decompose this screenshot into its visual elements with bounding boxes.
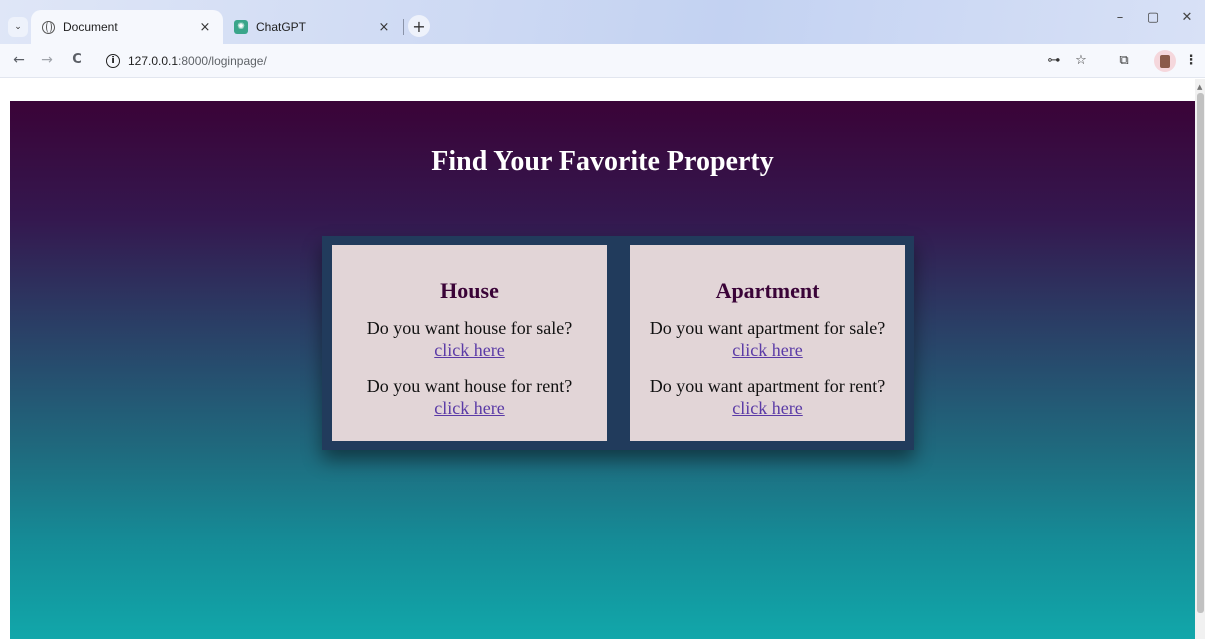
rent-question: Do you want house for rent? bbox=[366, 376, 573, 396]
page-background: Find Your Favorite Property House Do you… bbox=[10, 101, 1195, 639]
tab-title: Document bbox=[63, 20, 118, 34]
close-tab-icon[interactable]: × bbox=[197, 20, 213, 35]
tab-title: ChatGPT bbox=[256, 20, 307, 34]
bookmark-star-icon[interactable]: ☆ bbox=[1072, 53, 1090, 68]
chatgpt-icon: ✺ bbox=[234, 20, 248, 34]
scrollbar-thumb[interactable] bbox=[1197, 93, 1204, 613]
page-title: Find Your Favorite Property bbox=[431, 146, 774, 177]
sale-question: Do you want apartment for sale? bbox=[649, 318, 886, 338]
close-window-button[interactable]: ✕ bbox=[1172, 10, 1202, 25]
menu-icon[interactable]: ⋮ bbox=[1182, 53, 1200, 68]
rent-question: Do you want apartment for rent? bbox=[649, 376, 886, 396]
close-tab-icon[interactable]: × bbox=[376, 20, 392, 35]
house-card: House Do you want house for sale? click … bbox=[332, 245, 607, 441]
site-info-icon[interactable]: i bbox=[106, 54, 120, 68]
card-heading: Apartment bbox=[715, 278, 820, 303]
card-heading: House bbox=[440, 278, 499, 303]
house-rent-link[interactable]: click here bbox=[434, 397, 504, 419]
tab-document[interactable]: Document × bbox=[31, 10, 223, 44]
property-cards-container: House Do you want house for sale? click … bbox=[322, 236, 914, 450]
browser-toolbar: ← → C i 127.0.0.1:8000/loginpage/ ⊶ ☆ ⧉ … bbox=[0, 44, 1205, 78]
restore-button[interactable]: ▢ bbox=[1138, 10, 1168, 25]
apartment-rent-link[interactable]: click here bbox=[732, 397, 802, 419]
tab-divider bbox=[403, 19, 404, 35]
globe-icon bbox=[41, 20, 55, 34]
apartment-card: Apartment Do you want apartment for sale… bbox=[630, 245, 905, 441]
extensions-icon[interactable]: ⧉ bbox=[1115, 53, 1133, 68]
minimize-button[interactable]: – bbox=[1105, 10, 1135, 25]
scroll-up-arrow-icon[interactable]: ▲ bbox=[1197, 83, 1202, 91]
password-key-icon[interactable]: ⊶ bbox=[1045, 53, 1063, 68]
house-sale-link[interactable]: click here bbox=[434, 339, 504, 361]
reload-button[interactable]: C bbox=[68, 52, 86, 67]
back-button[interactable]: ← bbox=[10, 52, 28, 68]
apartment-sale-link[interactable]: click here bbox=[732, 339, 802, 361]
profile-avatar[interactable] bbox=[1154, 50, 1176, 72]
tab-chatgpt[interactable]: ✺ ChatGPT × bbox=[224, 10, 402, 44]
url-text[interactable]: 127.0.0.1:8000/loginpage/ bbox=[128, 54, 267, 68]
tab-search-chevron-icon[interactable]: ⌄ bbox=[8, 17, 28, 37]
page-viewport: Find Your Favorite Property House Do you… bbox=[0, 79, 1205, 639]
address-bar[interactable]: i 127.0.0.1:8000/loginpage/ bbox=[98, 48, 1098, 74]
new-tab-button[interactable]: + bbox=[408, 15, 430, 37]
forward-button[interactable]: → bbox=[38, 52, 56, 68]
sale-question: Do you want house for sale? bbox=[366, 318, 573, 338]
browser-tab-strip: ⌄ Document × ✺ ChatGPT × + – ▢ ✕ bbox=[0, 0, 1205, 44]
